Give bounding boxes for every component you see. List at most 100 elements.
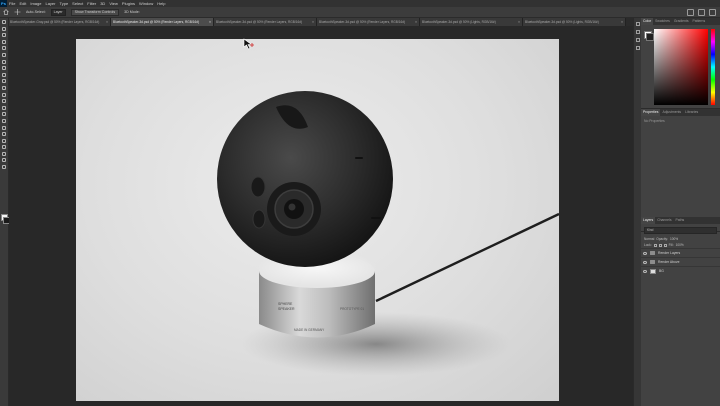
hue-slider[interactable] xyxy=(711,29,715,105)
history-brush-icon[interactable] xyxy=(2,92,6,97)
mode-3d-label: 3D Mode: xyxy=(124,10,140,14)
close-icon[interactable]: × xyxy=(106,18,108,26)
tab-paths[interactable]: Paths xyxy=(674,217,687,224)
options-right-icons xyxy=(687,8,716,16)
doc-tab-active[interactable]: BluetoothSpeaker-3d.psd @ 50% (Render La… xyxy=(111,18,214,26)
document-workspace: SPHERE SPEAKER MADE IN GERMANY PROTOTYPE… xyxy=(9,26,633,406)
zoom-icon[interactable] xyxy=(2,158,6,163)
move-tool-icon[interactable] xyxy=(14,9,21,15)
tab-libraries[interactable]: Libraries xyxy=(683,109,700,116)
eraser-icon[interactable] xyxy=(2,99,6,104)
menu-filter[interactable]: Filter xyxy=(85,0,98,7)
menu-3d[interactable]: 3D xyxy=(98,0,107,7)
tab-color[interactable]: Color xyxy=(641,18,654,25)
doc-tab-label: BluetoothSpeaker-3d.psd @ 50% (Render La… xyxy=(113,20,200,24)
doc-tab[interactable]: BluetoothSpeaker-Gray.psd @ 50% (Render … xyxy=(8,18,111,26)
menu-view[interactable]: View xyxy=(107,0,120,7)
tab-channels[interactable]: Channels xyxy=(655,217,673,224)
pen-icon[interactable] xyxy=(2,125,6,130)
layer-row[interactable]: Render Layers xyxy=(641,248,720,257)
marquee-icon[interactable] xyxy=(2,33,6,38)
brush-icon[interactable] xyxy=(2,79,6,84)
auto-select-dropdown[interactable]: Layer xyxy=(50,8,66,16)
artboard-icon[interactable] xyxy=(2,26,6,31)
doc-tab[interactable]: BluetoothSpeaker-3d.psd @ 50% (Lights, R… xyxy=(523,18,626,26)
character-icon[interactable] xyxy=(636,46,640,50)
background-mini-swatch[interactable] xyxy=(646,33,654,41)
doc-tab[interactable]: BluetoothSpeaker-3d.psd @ 50% (Render La… xyxy=(317,18,420,26)
menu-edit[interactable]: Edit xyxy=(17,0,28,7)
eye-icon[interactable] xyxy=(643,260,647,264)
menu-image[interactable]: Image xyxy=(28,0,43,7)
layers-panel-tabs: Layers Channels Paths xyxy=(641,217,720,224)
dodge-icon[interactable] xyxy=(2,118,6,123)
menu-help[interactable]: Help xyxy=(155,0,167,7)
opacity-label: Opacity: xyxy=(656,237,668,241)
doc-tab[interactable]: BluetoothSpeaker-3d.psd @ 50% (Lights, R… xyxy=(420,18,523,26)
layer-row[interactable]: BG xyxy=(641,266,720,275)
lock-all-icon[interactable] xyxy=(663,243,667,247)
search-icon[interactable] xyxy=(687,8,694,16)
healing-icon[interactable] xyxy=(2,72,6,77)
workspace-icon[interactable] xyxy=(698,8,705,16)
tab-properties[interactable]: Properties xyxy=(641,109,661,116)
eyedropper-icon[interactable] xyxy=(2,66,6,71)
more-tools-icon[interactable] xyxy=(2,165,6,170)
transform-controls-checkbox[interactable]: Show Transform Controls xyxy=(70,8,120,16)
close-icon[interactable]: × xyxy=(518,18,520,26)
lock-pixels-icon[interactable] xyxy=(653,243,657,247)
type-icon[interactable] xyxy=(2,132,6,137)
blend-mode-dropdown[interactable]: Normal xyxy=(644,237,654,241)
clone-stamp-icon[interactable] xyxy=(2,85,6,90)
folder-icon xyxy=(650,251,655,255)
history-icon[interactable] xyxy=(636,22,640,26)
crop-icon[interactable] xyxy=(2,52,6,57)
tab-layers[interactable]: Layers xyxy=(641,217,656,224)
menu-plugins[interactable]: Plugins xyxy=(120,0,137,7)
opacity-value[interactable]: 100% xyxy=(670,237,678,241)
menu-file[interactable]: File xyxy=(7,0,17,7)
menu-type[interactable]: Type xyxy=(58,0,71,7)
menu-window[interactable]: Window xyxy=(137,0,155,7)
eye-icon[interactable] xyxy=(643,251,647,255)
hand-icon[interactable] xyxy=(2,151,6,156)
mouse-cursor-icon xyxy=(243,38,254,50)
fill-value[interactable]: 100% xyxy=(676,243,684,247)
layers-panel: Layers Channels Paths Kind Normal Opacit… xyxy=(641,217,720,406)
frame-icon[interactable] xyxy=(2,59,6,64)
doc-tab-label: BluetoothSpeaker-3d.psd @ 50% (Render La… xyxy=(216,20,303,24)
gradient-icon[interactable] xyxy=(2,105,6,110)
blur-icon[interactable] xyxy=(2,112,6,117)
shape-icon[interactable] xyxy=(2,145,6,150)
layer-kind-filter[interactable]: Kind xyxy=(644,227,717,234)
doc-tab[interactable]: BluetoothSpeaker-3d.psd @ 50% (Render La… xyxy=(214,18,317,26)
lock-position-icon[interactable] xyxy=(658,243,662,247)
lasso-icon[interactable] xyxy=(2,39,6,44)
tab-adjustments[interactable]: Adjustments xyxy=(660,109,683,116)
eye-icon[interactable] xyxy=(643,269,647,273)
options-bar: Auto-Select: Layer Show Transform Contro… xyxy=(0,7,720,18)
color-picker-field[interactable] xyxy=(654,29,708,105)
close-icon[interactable]: × xyxy=(312,18,314,26)
tab-swatches[interactable]: Swatches xyxy=(653,18,672,25)
quick-select-icon[interactable] xyxy=(2,46,6,51)
doc-tab-label: BluetoothSpeaker-Gray.psd @ 50% (Render … xyxy=(10,20,100,24)
close-icon[interactable]: × xyxy=(621,18,623,26)
layer-row[interactable]: Render Above xyxy=(641,257,720,266)
path-select-icon[interactable] xyxy=(2,138,6,143)
home-icon[interactable] xyxy=(3,9,9,15)
tab-patterns[interactable]: Patterns xyxy=(691,18,708,25)
info-icon[interactable] xyxy=(636,30,640,34)
tab-gradients[interactable]: Gradients xyxy=(672,18,691,25)
move-tool-icon[interactable] xyxy=(2,20,6,24)
menu-layer[interactable]: Layer xyxy=(43,0,57,7)
color-panel: Color Swatches Gradients Patterns xyxy=(641,18,720,109)
document-canvas[interactable]: SPHERE SPEAKER MADE IN GERMANY PROTOTYPE… xyxy=(76,39,559,401)
brush-settings-icon[interactable] xyxy=(636,38,640,42)
base-label-right: PROTOTYPE 01 xyxy=(340,307,364,311)
close-icon[interactable]: × xyxy=(209,18,211,26)
share-icon[interactable] xyxy=(709,8,716,16)
close-icon[interactable]: × xyxy=(415,18,417,26)
photoshop-logo-icon[interactable]: Ps xyxy=(0,0,7,7)
menu-select[interactable]: Select xyxy=(70,0,85,7)
